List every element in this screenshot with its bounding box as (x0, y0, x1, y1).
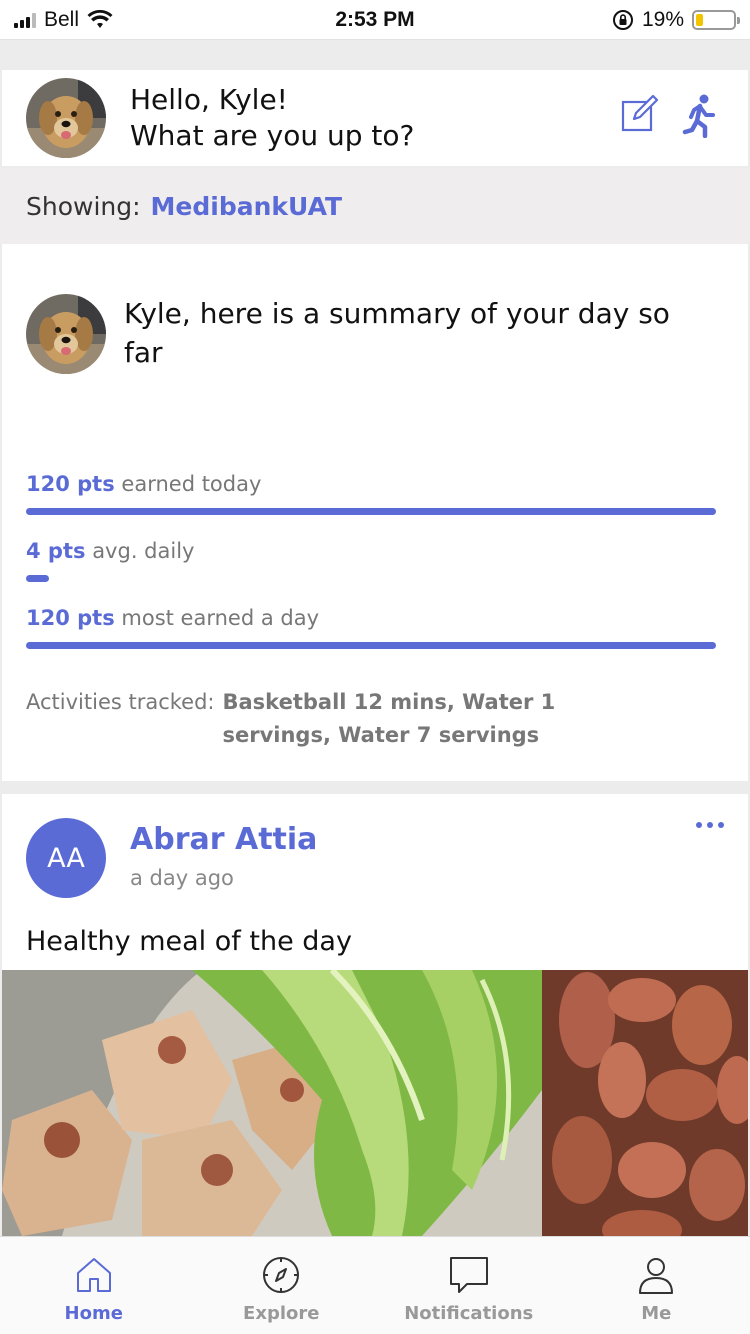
stat-text: 4 pts avg. daily (26, 539, 716, 563)
compose-icon[interactable] (620, 94, 660, 134)
home-icon (76, 1258, 111, 1292)
compass-icon (263, 1257, 300, 1293)
activities-label: Activities tracked: (26, 690, 215, 714)
stat-most-earned: 120 pts most earned a day (26, 606, 716, 649)
tab-label: Me (641, 1303, 672, 1324)
stat-bar-fill (26, 642, 716, 649)
greeting-actions (620, 94, 718, 138)
greeting-text: Hello, Kyle! What are you up to? (130, 82, 414, 154)
summary-title: Kyle, here is a summary of your day so f… (124, 297, 670, 369)
tab-label: Notifications (404, 1303, 534, 1324)
stat-points: 120 pts (26, 472, 115, 496)
summary-card: Kyle, here is a summary of your day so f… (2, 244, 748, 781)
battery-icon (692, 9, 740, 30)
tab-label: Explore (243, 1303, 320, 1324)
status-left: Bell (14, 8, 264, 32)
person-icon (639, 1258, 674, 1294)
summary-header: Kyle, here is a summary of your day so f… (26, 294, 684, 374)
tab-notifications[interactable]: Notifications (375, 1237, 563, 1334)
avatar[interactable] (26, 78, 106, 158)
greeting-hello: Hello, Kyle! (130, 83, 288, 116)
stat-bar-fill (26, 575, 49, 582)
stat-text: 120 pts earned today (26, 472, 716, 496)
signal-icon (14, 12, 36, 28)
stat-bar-fill (26, 508, 716, 515)
showing-bar: Showing: MedibankUAT (0, 168, 750, 244)
activities-value: Basketball 12 mins, Water 1 servings, Wa… (222, 690, 556, 747)
stat-earned-today: 120 pts earned today (26, 472, 716, 515)
post-card: AA Abrar Attia a day ago Healthy meal of… (2, 794, 748, 1236)
more-options-icon[interactable] (696, 822, 724, 828)
tab-label: Home (64, 1303, 123, 1324)
post-timestamp: a day ago (130, 866, 234, 890)
chat-bubble-icon (449, 1257, 488, 1293)
status-time: 2:53 PM (335, 7, 415, 31)
status-right: 19% (486, 7, 740, 32)
orientation-lock-icon (612, 9, 633, 30)
stat-points: 120 pts (26, 606, 115, 630)
stat-desc: most earned a day (121, 606, 320, 630)
wifi-icon (87, 9, 113, 28)
stat-desc: avg. daily (92, 539, 195, 563)
post-image[interactable] (2, 970, 748, 1236)
stat-bar (26, 508, 716, 515)
activities-tracked: Activities tracked: Basketball 12 mins, … (26, 686, 716, 752)
status-bar: Bell 2:53 PM 19% (0, 0, 750, 40)
stat-avg-daily: 4 pts avg. daily (26, 539, 716, 582)
tab-me[interactable]: Me (563, 1237, 750, 1334)
post-author-name[interactable]: Abrar Attia (130, 822, 317, 857)
battery-level (696, 13, 703, 26)
tab-home[interactable]: Home (0, 1237, 188, 1334)
greeting-card: Hello, Kyle! What are you up to? (2, 70, 748, 166)
battery-percent: 19% (641, 7, 684, 31)
carrier-name: Bell (44, 7, 80, 31)
stat-desc: earned today (121, 472, 262, 496)
running-person-icon[interactable] (682, 94, 718, 138)
showing-label: Showing: (26, 191, 141, 221)
tab-explore[interactable]: Explore (188, 1237, 376, 1334)
stat-points: 4 pts (26, 539, 86, 563)
stat-bar (26, 575, 716, 582)
post-author-avatar[interactable]: AA (26, 818, 106, 898)
summary-avatar (26, 294, 106, 374)
post-text: Healthy meal of the day (26, 926, 352, 957)
stat-bar (26, 642, 716, 649)
greeting-prompt[interactable]: What are you up to? (130, 118, 414, 154)
bottom-tab-bar: Home Explore Notifications Me (0, 1236, 750, 1334)
showing-org-link[interactable]: MedibankUAT (151, 192, 342, 221)
stat-text: 120 pts most earned a day (26, 606, 716, 630)
